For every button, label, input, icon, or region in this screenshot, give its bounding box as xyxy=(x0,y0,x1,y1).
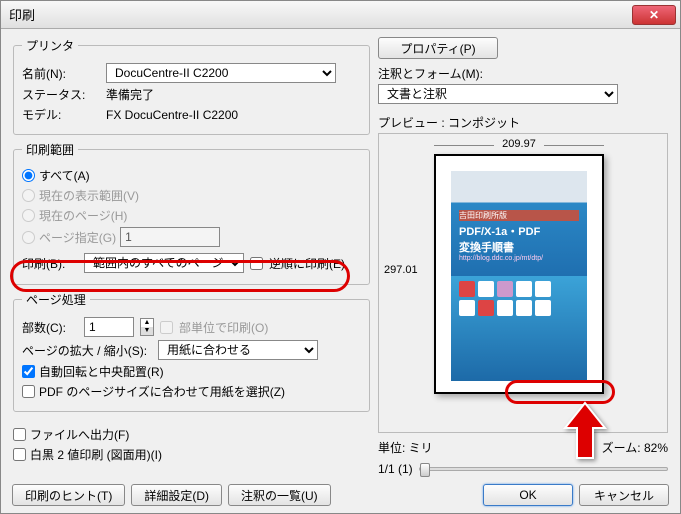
range-legend: 印刷範囲 xyxy=(22,141,78,158)
spinner-icon[interactable]: ▲▼ xyxy=(140,318,154,336)
autorotate-label: 自動回転と中央配置(R) xyxy=(39,363,164,380)
autorotate-checkbox[interactable] xyxy=(22,365,35,378)
cancel-button[interactable]: キャンセル xyxy=(579,484,669,506)
range-pages-input xyxy=(120,227,220,247)
copies-input[interactable] xyxy=(84,317,134,337)
titlebar: 印刷 ✕ xyxy=(1,1,680,29)
doc-band: 吉田印刷所版 xyxy=(459,210,579,221)
preview-area: 209.97 297.01 吉田印刷所版 PDF/X-1a・PDF 変換手順書 … xyxy=(378,133,668,433)
zoom-label: ズーム: 82% xyxy=(602,439,668,456)
range-page-label: 現在のページ(H) xyxy=(39,207,127,224)
pdfsize-label: PDF のページサイズに合わせて用紙を選択(Z) xyxy=(39,383,285,400)
preview-page: 吉田印刷所版 PDF/X-1a・PDF 変換手順書 http://blog.dd… xyxy=(434,154,604,394)
unit-label: 単位: ミリ xyxy=(378,439,433,456)
comments-button[interactable]: 注釈の一覧(U) xyxy=(228,484,331,506)
properties-button[interactable]: プロパティ(P) xyxy=(378,37,498,59)
scale-label: ページの拡大 / 縮小(S): xyxy=(22,342,152,359)
printer-name-select[interactable]: DocuCentre-II C2200 xyxy=(106,63,336,83)
title-text: 印刷 xyxy=(9,5,632,24)
doc-url: http://blog.ddc.co.jp/mt/dtp/ xyxy=(459,255,579,262)
name-label: 名前(N): xyxy=(22,65,100,82)
pdfsize-checkbox[interactable] xyxy=(22,385,35,398)
copies-label: 部数(C): xyxy=(22,319,78,336)
printer-group: プリンタ 名前(N): DocuCentre-II C2200 ステータス: 準… xyxy=(13,37,370,135)
doc-line2: 変換手順書 xyxy=(459,239,579,255)
range-all-label: すべて(A) xyxy=(39,167,90,184)
ok-button[interactable]: OK xyxy=(483,484,573,506)
preview-doc: 吉田印刷所版 PDF/X-1a・PDF 変換手順書 http://blog.dd… xyxy=(451,171,587,381)
status-label: ステータス: xyxy=(22,86,100,103)
range-pages-label: ページ指定(G) xyxy=(39,229,116,246)
handling-group: ページ処理 部数(C): ▲▼ 部単位で印刷(O) ページの拡大 / 縮小(S)… xyxy=(13,291,370,412)
dim-height: 297.01 xyxy=(384,264,418,276)
scale-select[interactable]: 用紙に合わせる xyxy=(158,340,318,360)
dim-width: 209.97 xyxy=(434,138,604,150)
doc-line1: PDF/X-1a・PDF xyxy=(459,223,579,239)
range-group: 印刷範囲 すべて(A) 現在の表示範囲(V) 現在のページ(H) ページ指定(G… xyxy=(13,141,370,285)
model-value: FX DocuCentre-II C2200 xyxy=(106,108,238,122)
handling-legend: ページ処理 xyxy=(22,291,90,308)
preview-label: プレビュー : コンポジット xyxy=(378,114,668,131)
collate-label: 部単位で印刷(O) xyxy=(179,319,268,336)
annot-select[interactable]: 文書と注釈 xyxy=(378,84,618,104)
doc-icon-grid xyxy=(459,281,551,316)
bw2-label: 白黒 2 値印刷 (図面用)(I) xyxy=(30,446,162,463)
range-page-radio xyxy=(22,209,35,222)
page-slider[interactable] xyxy=(419,467,668,471)
annot-label: 注釈とフォーム(M): xyxy=(378,65,668,82)
bw2-checkbox[interactable] xyxy=(13,448,26,461)
print-subset-label: 印刷(B): xyxy=(22,255,78,272)
page-indicator: 1/1 (1) xyxy=(378,462,413,476)
range-all-radio[interactable] xyxy=(22,169,35,182)
tofile-checkbox[interactable] xyxy=(13,428,26,441)
advanced-button[interactable]: 詳細設定(D) xyxy=(131,484,222,506)
printer-legend: プリンタ xyxy=(22,37,78,54)
range-view-radio xyxy=(22,189,35,202)
status-value: 準備完了 xyxy=(106,86,154,103)
range-pages-radio xyxy=(22,231,35,244)
print-subset-select[interactable]: 範囲内のすべてのページ xyxy=(84,253,244,273)
slider-thumb[interactable] xyxy=(420,463,430,477)
collate-checkbox xyxy=(160,321,173,334)
print-dialog: 印刷 ✕ プリンタ 名前(N): DocuCentre-II C2200 ステー… xyxy=(0,0,681,514)
reverse-label: 逆順に印刷(E) xyxy=(269,255,345,272)
hint-button[interactable]: 印刷のヒント(T) xyxy=(12,484,125,506)
range-view-label: 現在の表示範囲(V) xyxy=(39,187,139,204)
model-label: モデル: xyxy=(22,106,100,123)
tofile-label: ファイルへ出力(F) xyxy=(30,426,129,443)
close-icon: ✕ xyxy=(649,8,659,22)
close-button[interactable]: ✕ xyxy=(632,5,676,25)
reverse-checkbox[interactable] xyxy=(250,257,263,270)
